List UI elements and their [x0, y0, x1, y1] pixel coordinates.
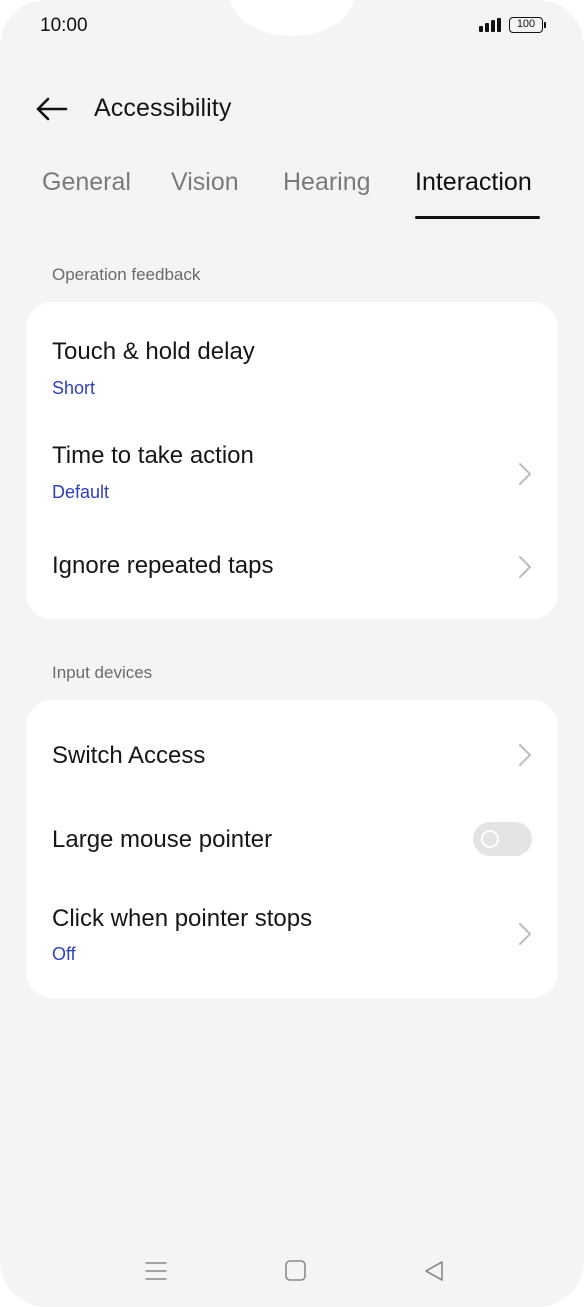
switch-access-item[interactable]: Switch Access	[26, 700, 558, 804]
click-when-pointer-stops-value: Off	[52, 944, 76, 964]
phone-screen: 10:00 100 Accessibility General Vision H…	[0, 0, 584, 1307]
ignore-repeated-taps-item[interactable]: Ignore repeated taps	[26, 510, 558, 619]
touch-hold-delay-value: Short	[52, 378, 96, 398]
toggle-knob	[481, 830, 499, 848]
chevron-right-icon	[519, 744, 531, 766]
active-tab-indicator	[415, 216, 540, 219]
ignore-repeated-taps-title: Ignore repeated taps	[52, 552, 274, 579]
chevron-right-icon	[519, 463, 531, 485]
time-to-take-action-value: Default	[52, 482, 110, 502]
tab-hearing[interactable]: Hearing	[283, 168, 371, 197]
time-to-take-action-title: Time to take action	[52, 442, 254, 469]
click-when-pointer-stops-item[interactable]: Click when pointer stops Off	[26, 876, 558, 998]
section-header-input-devices: Input devices	[52, 663, 153, 682]
input-devices-card: Switch Access Large mouse pointer Click …	[26, 700, 558, 998]
time-to-take-action-item[interactable]: Time to take action Default	[26, 406, 558, 510]
tab-interaction[interactable]: Interaction	[415, 168, 532, 197]
tab-vision[interactable]: Vision	[171, 168, 239, 197]
large-mouse-pointer-toggle[interactable]	[473, 822, 532, 856]
status-time: 10:00	[40, 15, 88, 36]
signal-icon	[479, 18, 501, 32]
tab-general[interactable]: General	[42, 168, 131, 197]
large-mouse-pointer-title: Large mouse pointer	[52, 826, 273, 853]
tab-bar: General Vision Hearing Interaction	[0, 168, 584, 224]
app-header: Accessibility	[0, 86, 584, 132]
section-header-operation-feedback: Operation feedback	[52, 265, 201, 284]
arrow-left-icon[interactable]	[34, 94, 70, 124]
chevron-right-icon	[519, 923, 531, 945]
touch-hold-delay-title: Touch & hold delay	[52, 338, 255, 365]
large-mouse-pointer-item[interactable]: Large mouse pointer	[26, 804, 558, 876]
back-triangle-icon[interactable]	[422, 1258, 448, 1284]
battery-cap	[544, 22, 546, 28]
chevron-right-icon	[519, 556, 531, 578]
click-when-pointer-stops-title: Click when pointer stops	[52, 905, 313, 932]
menu-icon[interactable]	[143, 1258, 169, 1284]
battery-icon: 100	[509, 17, 543, 33]
switch-access-title: Switch Access	[52, 742, 206, 769]
page-title: Accessibility	[94, 94, 232, 122]
home-icon[interactable]	[283, 1258, 309, 1284]
navigation-bar	[0, 1250, 584, 1294]
touch-hold-delay-item[interactable]: Touch & hold delay Short	[26, 302, 558, 406]
status-bar: 10:00 100	[0, 0, 584, 52]
operation-feedback-card: Touch & hold delay Short Time to take ac…	[26, 302, 558, 619]
